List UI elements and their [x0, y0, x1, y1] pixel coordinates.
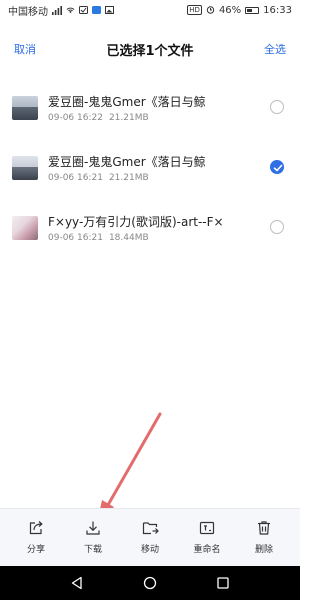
wifi-icon — [66, 7, 75, 14]
download-button[interactable]: 下载 — [65, 520, 121, 555]
file-date: 09-06 16:22 — [48, 112, 103, 123]
clock: 16:33 — [263, 4, 292, 16]
battery-icon — [245, 6, 260, 14]
image-icon — [105, 6, 114, 14]
cancel-button[interactable]: 取消 — [14, 41, 36, 57]
alarm-icon — [206, 6, 215, 14]
status-left: 中国移动 — [8, 3, 114, 18]
file-meta: F×yy-万有引力(歌词版)-art--F× 09-06 16:21 18.44… — [48, 214, 253, 243]
file-list: 爱豆圈-鬼鬼Gmer《落日与鲸 09-06 16:22 21.21MB 爱豆圈-… — [0, 78, 300, 258]
back-icon[interactable] — [70, 576, 84, 590]
file-date: 09-06 16:21 — [48, 172, 103, 183]
move-button[interactable]: 移动 — [122, 520, 178, 555]
file-meta: 爱豆圈-鬼鬼Gmer《落日与鲸 09-06 16:22 21.21MB — [48, 94, 253, 123]
file-date: 09-06 16:21 — [48, 232, 103, 243]
status-bar: 中国移动 HD 46% 16:33 — [0, 0, 300, 20]
file-meta: 爱豆圈-鬼鬼Gmer《落日与鲸 09-06 16:21 21.21MB — [48, 154, 253, 183]
file-size: 21.21MB — [108, 172, 149, 183]
signal-icon — [52, 5, 62, 15]
checkmark-icon — [273, 164, 283, 172]
download-icon — [86, 521, 100, 535]
select-all-button[interactable]: 全选 — [264, 41, 286, 57]
file-name: 爱豆圈-鬼鬼Gmer《落日与鲸 — [48, 154, 206, 169]
trash-icon — [258, 521, 270, 535]
notification-icon — [79, 6, 88, 14]
share-button[interactable]: 分享 — [8, 520, 64, 555]
hd-badge: HD — [187, 5, 202, 15]
status-right: HD 46% 16:33 — [187, 5, 292, 16]
rename-label: 重命名 — [193, 545, 221, 555]
rename-button[interactable]: 重命名 — [179, 520, 235, 555]
rename-icon — [199, 521, 215, 535]
file-row[interactable]: F×yy-万有引力(歌词版)-art--F× 09-06 16:21 18.44… — [0, 198, 300, 258]
file-size: 21.21MB — [108, 112, 149, 123]
file-thumbnail — [12, 96, 38, 120]
bottom-toolbar: 分享 下载 移动 重命名 删除 — [0, 508, 300, 566]
file-info: 09-06 16:21 18.44MB — [48, 233, 253, 243]
select-radio-checked[interactable] — [270, 160, 284, 174]
file-name: F×yy-万有引力(歌词版)-art--F× — [48, 214, 224, 229]
recents-icon[interactable] — [216, 576, 230, 590]
move-label: 移动 — [140, 545, 159, 555]
file-size: 18.44MB — [108, 232, 149, 243]
delete-button[interactable]: 删除 — [236, 520, 292, 555]
page-title: 已选择1个文件 — [106, 43, 194, 59]
share-label: 分享 — [26, 545, 45, 555]
file-info: 09-06 16:21 21.21MB — [48, 173, 253, 183]
app-notification-icon — [92, 6, 101, 14]
system-nav-bar — [0, 566, 300, 600]
file-info: 09-06 16:22 21.21MB — [48, 113, 253, 123]
home-icon[interactable] — [143, 576, 157, 590]
file-thumbnail — [12, 156, 38, 180]
download-label: 下载 — [83, 545, 102, 555]
move-folder-icon — [142, 522, 159, 535]
carrier-label: 中国移动 — [8, 6, 48, 18]
selection-header: 取消 已选择1个文件 全选 — [0, 34, 300, 64]
file-thumbnail — [12, 216, 38, 240]
select-radio[interactable] — [270, 100, 284, 114]
file-row[interactable]: 爱豆圈-鬼鬼Gmer《落日与鲸 09-06 16:22 21.21MB — [0, 78, 300, 138]
battery-percent: 46% — [218, 4, 242, 16]
share-icon — [29, 521, 43, 535]
select-radio[interactable] — [270, 220, 284, 234]
file-name: 爱豆圈-鬼鬼Gmer《落日与鲸 — [48, 94, 206, 109]
delete-label: 删除 — [254, 545, 273, 555]
file-row[interactable]: 爱豆圈-鬼鬼Gmer《落日与鲸 09-06 16:21 21.21MB — [0, 138, 300, 198]
